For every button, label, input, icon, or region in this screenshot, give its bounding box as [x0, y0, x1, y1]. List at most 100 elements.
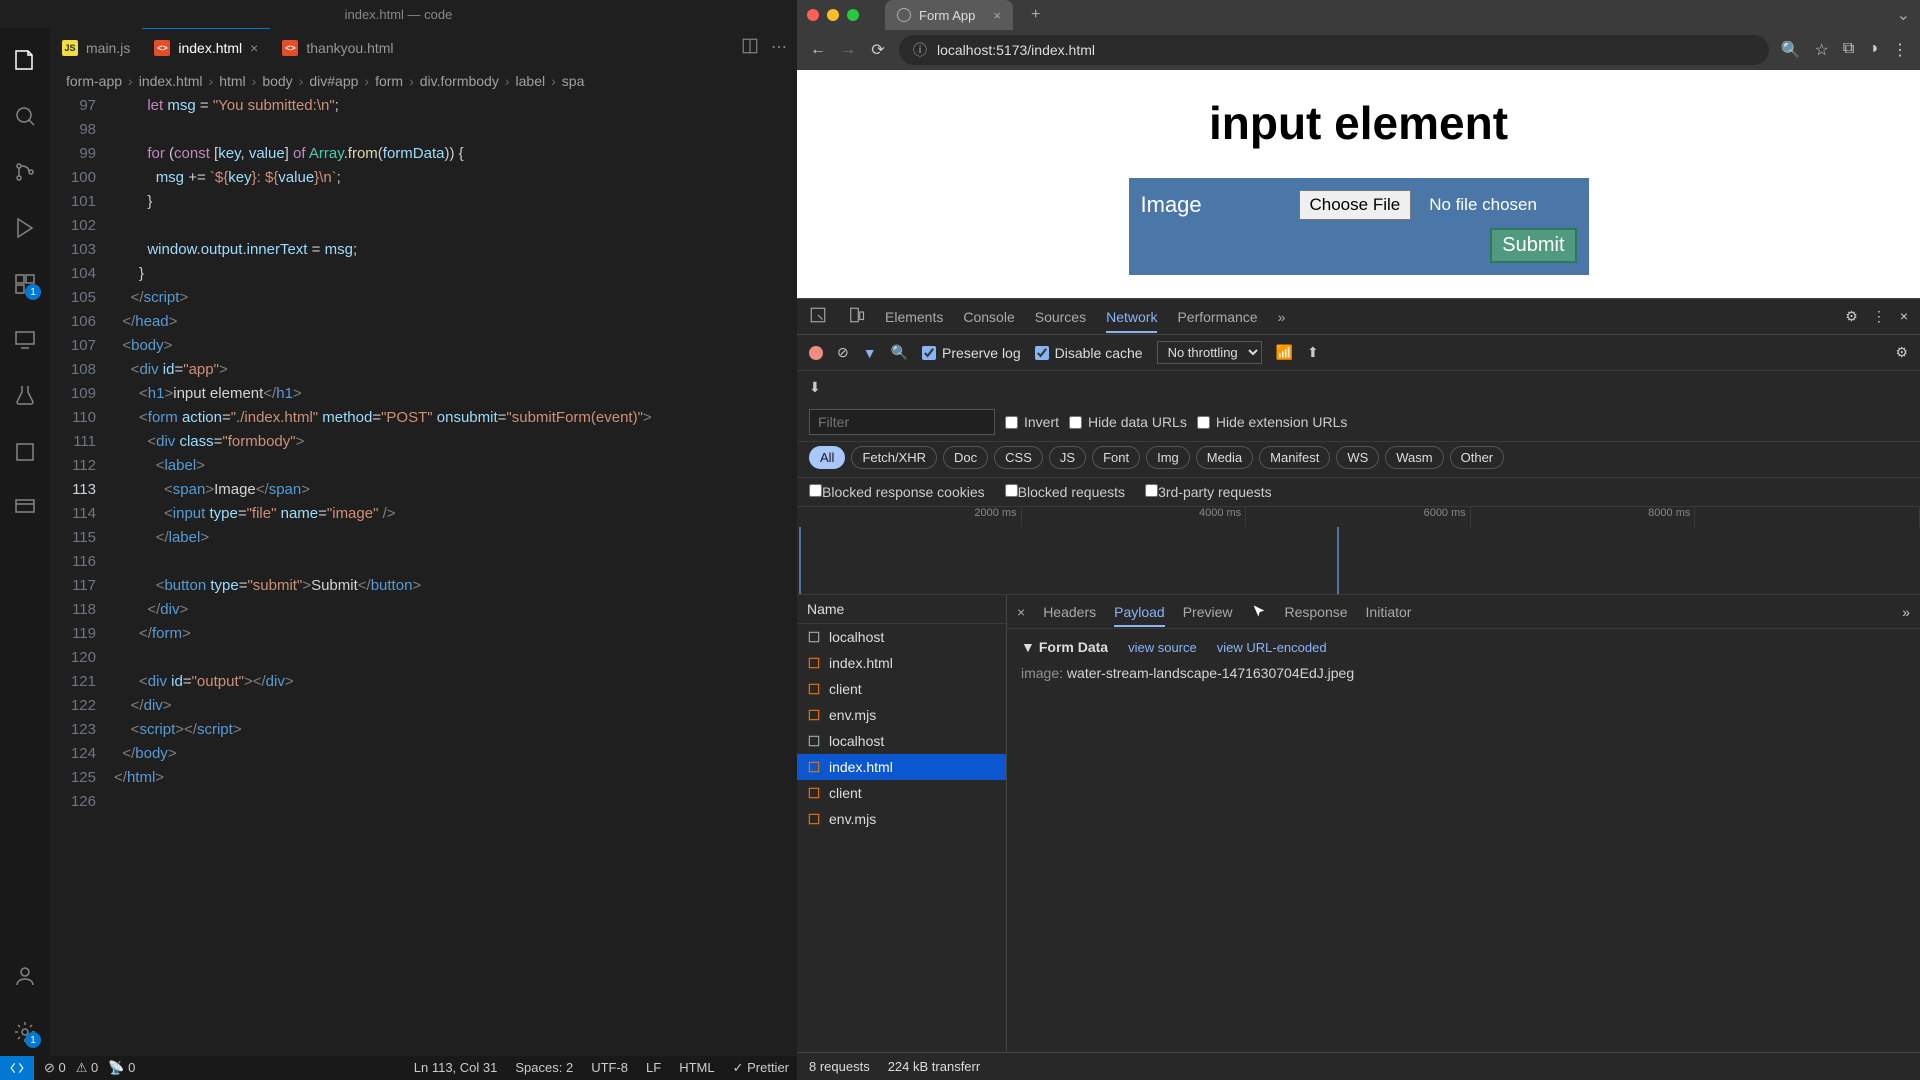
close-devtools-icon[interactable]: × [1900, 308, 1908, 325]
tab-sources[interactable]: Sources [1035, 309, 1086, 325]
view-source-link[interactable]: view source [1128, 640, 1197, 655]
preserve-log-checkbox[interactable]: Preserve log [922, 345, 1021, 361]
warnings-count[interactable]: ⚠ 0 [76, 1060, 99, 1076]
browser-tab[interactable]: Form App × [885, 0, 1013, 30]
run-debug-icon[interactable] [1, 204, 49, 252]
dtab-preview[interactable]: Preview [1183, 604, 1233, 620]
throttling-select[interactable]: No throttling [1157, 341, 1262, 364]
chip-wasm[interactable]: Wasm [1385, 446, 1443, 469]
tab-performance[interactable]: Performance [1177, 309, 1257, 325]
hide-extension-checkbox[interactable]: Hide extension URLs [1197, 414, 1348, 430]
errors-count[interactable]: ⊘ 0 [44, 1060, 66, 1076]
ports-count[interactable]: 📡 0 [108, 1060, 135, 1076]
request-item[interactable]: index.html [797, 650, 1006, 676]
filter-icon[interactable]: ▼ [863, 345, 877, 361]
zoom-icon[interactable]: 🔍 [1781, 40, 1801, 60]
chip-img[interactable]: Img [1146, 446, 1190, 469]
tab-mainjs[interactable]: JSmain.js [50, 28, 142, 68]
url-bar[interactable]: ⓘ localhost:5173/index.html [899, 35, 1769, 65]
name-column-header[interactable]: Name [797, 595, 1006, 624]
search-icon[interactable]: 🔍 [891, 344, 908, 361]
close-window-icon[interactable] [807, 9, 819, 21]
inspect-icon[interactable] [809, 306, 827, 327]
code-content[interactable]: let msg = "You submitted:\n"; for (const… [114, 94, 797, 1056]
upload-icon[interactable]: ⬆ [1307, 344, 1319, 361]
third-party-checkbox[interactable]: 3rd-party requests [1145, 484, 1272, 500]
remote-indicator[interactable] [0, 1056, 34, 1080]
indent[interactable]: Spaces: 2 [515, 1060, 573, 1076]
explorer-icon[interactable] [1, 36, 49, 84]
timeline[interactable]: 2000 ms4000 ms6000 ms8000 ms [797, 507, 1920, 595]
form-data-title[interactable]: Form Data [1021, 639, 1108, 655]
tab-indexhtml[interactable]: <>index.html× [142, 28, 270, 68]
new-tab-icon[interactable]: + [1031, 6, 1040, 24]
kebab-icon[interactable]: ⋮ [1872, 308, 1886, 325]
code-editor[interactable]: 9798991001011021031041051061071081091101… [50, 94, 797, 1056]
chip-css[interactable]: CSS [994, 446, 1043, 469]
request-item[interactable]: index.html [797, 754, 1006, 780]
more-dtabs-icon[interactable]: » [1902, 604, 1910, 620]
bookmark-icon[interactable]: ☆ [1815, 40, 1829, 60]
accounts-icon[interactable] [1, 428, 49, 476]
breadcrumb[interactable]: form-app› index.html› html› body› div#ap… [50, 68, 797, 94]
split-editor-icon[interactable] [741, 37, 759, 60]
site-info-icon[interactable]: ⓘ [913, 40, 927, 60]
gear-icon[interactable]: ⚙ [1845, 308, 1858, 325]
blocked-cookies-checkbox[interactable]: Blocked response cookies [809, 484, 985, 500]
request-item[interactable]: client [797, 676, 1006, 702]
forward-icon[interactable]: → [839, 41, 857, 59]
dtab-headers[interactable]: Headers [1043, 604, 1096, 620]
record-icon[interactable] [809, 346, 823, 360]
choose-file-button[interactable]: Choose File [1299, 190, 1412, 220]
request-item[interactable]: env.mjs [797, 806, 1006, 832]
search-icon[interactable] [1, 92, 49, 140]
view-url-link[interactable]: view URL-encoded [1217, 640, 1327, 655]
settings-icon[interactable]: 1 [1, 1008, 49, 1056]
tab-console[interactable]: Console [963, 309, 1014, 325]
profile-icon[interactable] [1, 952, 49, 1000]
chip-doc[interactable]: Doc [943, 446, 988, 469]
request-item[interactable]: localhost [797, 624, 1006, 650]
cursor-position[interactable]: Ln 113, Col 31 [414, 1060, 498, 1076]
download-icon[interactable]: ⬇ [809, 379, 821, 396]
more-tabs-icon[interactable]: » [1278, 309, 1286, 325]
tab-thankyou[interactable]: <>thankyou.html [270, 28, 405, 68]
chip-media[interactable]: Media [1196, 446, 1253, 469]
hide-dataurls-checkbox[interactable]: Hide data URLs [1069, 414, 1187, 430]
source-control-icon[interactable] [1, 148, 49, 196]
chip-ws[interactable]: WS [1336, 446, 1379, 469]
tab-elements[interactable]: Elements [885, 309, 943, 325]
filter-input[interactable] [809, 409, 995, 435]
menu-icon[interactable]: ⋮ [1892, 40, 1908, 60]
back-icon[interactable]: ← [809, 41, 827, 59]
dtab-response[interactable]: Response [1285, 604, 1348, 620]
close-detail-icon[interactable]: × [1017, 604, 1025, 620]
remote-explorer-icon[interactable] [1, 316, 49, 364]
minimize-window-icon[interactable] [827, 9, 839, 21]
comments-icon[interactable] [1, 484, 49, 532]
dtab-initiator[interactable]: Initiator [1366, 604, 1412, 620]
request-item[interactable]: client [797, 780, 1006, 806]
language[interactable]: HTML [679, 1060, 714, 1076]
chevron-down-icon[interactable]: ⌄ [1897, 5, 1910, 25]
extensions-icon[interactable]: 1 [1, 260, 49, 308]
profile-icon[interactable]: ◑ [1868, 40, 1878, 60]
extensions-icon[interactable]: ⧉ [1843, 40, 1854, 60]
reload-icon[interactable]: ⟳ [869, 41, 887, 59]
disable-cache-checkbox[interactable]: Disable cache [1035, 345, 1143, 361]
chip-js[interactable]: JS [1049, 446, 1086, 469]
dtab-payload[interactable]: Payload [1114, 604, 1165, 627]
maximize-window-icon[interactable] [847, 9, 859, 21]
blocked-requests-checkbox[interactable]: Blocked requests [1005, 484, 1125, 500]
request-item[interactable]: env.mjs [797, 702, 1006, 728]
close-icon[interactable]: × [250, 40, 258, 56]
close-icon[interactable]: × [993, 8, 1001, 23]
wifi-icon[interactable]: 📶 [1276, 344, 1293, 361]
eol[interactable]: LF [646, 1060, 661, 1076]
chip-fetchxhr[interactable]: Fetch/XHR [851, 446, 937, 469]
clear-icon[interactable]: ⊘ [837, 344, 849, 361]
more-icon[interactable]: ⋯ [771, 37, 787, 60]
settings-icon[interactable]: ⚙ [1895, 344, 1908, 361]
prettier[interactable]: ✓ Prettier [733, 1060, 789, 1076]
encoding[interactable]: UTF-8 [591, 1060, 628, 1076]
